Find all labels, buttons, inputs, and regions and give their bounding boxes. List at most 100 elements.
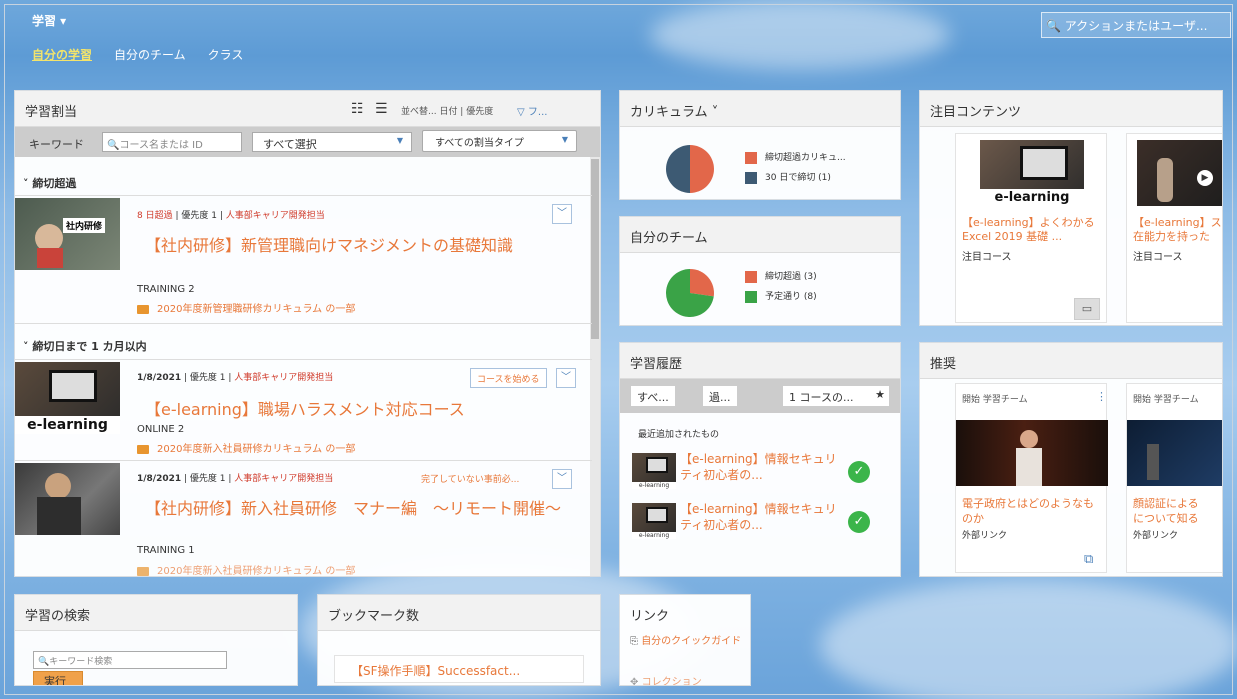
keyword-label: キーワード	[29, 138, 84, 151]
pie-slice	[690, 145, 714, 193]
card-thumbnail: e-learning	[980, 140, 1084, 206]
assignment-panel: 学習割当 ☷ ☰ 並べ替... 日付 | 優先度 ▽ フ... キーワード 🔍コ…	[14, 90, 601, 577]
chevron-down-icon: ▼	[396, 136, 403, 145]
recommend-card[interactable]: 開始 学習チーム 顔認証による について知る 外部リンク	[1126, 383, 1222, 573]
course-thumbnail: e-learning	[15, 362, 120, 434]
detail-view-icon[interactable]: ☰	[375, 101, 388, 117]
pie-slice	[690, 269, 714, 297]
item-meta: 8 日超過 | 優先度 1 | 人事部キャリア開発担当	[137, 211, 325, 221]
bookmark-item-link[interactable]: 【SF操作手順】Successfact...	[334, 655, 584, 683]
list-item: 1/8/2021 | 優先度 1 | 人事部キャリア開発担当 完了していない事前…	[15, 460, 592, 576]
search-placeholder: アクションまたはユーザ...	[1064, 19, 1208, 33]
history-course-link[interactable]: 【e-learning】情報セキュリティ初心者の...	[680, 501, 840, 533]
legend-item: 締切超過カリキュ...	[745, 148, 846, 168]
section-due-soon[interactable]: ˅ 締切日まで 1 カ月以内	[23, 338, 147, 354]
card-type: 外部リンク	[962, 531, 1008, 541]
my-team-panel: 自分のチーム 締切超過 (3) 予定通り (8)	[619, 216, 901, 326]
legend-swatch	[745, 171, 757, 184]
filter-past-button[interactable]: 過...	[702, 385, 738, 407]
card-type: 外部リンク	[1133, 531, 1179, 541]
tab-class[interactable]: クラス	[208, 46, 244, 63]
course-code: TRAINING 2	[137, 284, 195, 295]
chevron-down-icon: ▼	[561, 135, 568, 144]
chevron-down-icon[interactable]: ﹀	[552, 469, 572, 489]
course-code: TRAINING 1	[137, 545, 195, 556]
course-title-link[interactable]: 【e-learning】職場ハラスメント対応コース	[145, 398, 565, 422]
legend-item: 30 日で締切 (1)	[745, 168, 846, 188]
recommend-card[interactable]: 開始 学習チーム ⋮ 電子政府とはどのようなものか 外部リンク ⧉	[955, 383, 1108, 573]
list-item: e-learning 【e-learning】情報セキュリティ初心者の... ✓	[632, 451, 892, 491]
recent-label: 最近追加されたもの	[638, 430, 720, 440]
start-course-button[interactable]: コースを始める	[470, 368, 547, 388]
team-legend: 締切超過 (3) 予定通り (8)	[745, 267, 817, 307]
legend-item: 締切超過 (3)	[745, 267, 817, 287]
priority: 優先度 1	[181, 211, 217, 221]
tab-my-learning[interactable]: 自分の学習	[32, 46, 92, 63]
links-panel: リンク ⎘ 自分のクイックガイド ✥ コレクション	[619, 594, 751, 686]
execute-button[interactable]: 実行	[33, 671, 83, 685]
card-header: 開始 学習チーム	[1133, 395, 1199, 405]
keyword-input[interactable]: 🔍コース名または ID	[102, 132, 242, 152]
more-options-icon[interactable]: ⋮	[1096, 390, 1107, 403]
curriculum-link[interactable]: 2020年度新入社員研修カリキュラム の一部	[137, 562, 355, 576]
item-meta: 1/8/2021 | 優先度 1 | 人事部キャリア開発担当	[137, 373, 334, 383]
curriculum-link[interactable]: 2020年度新入社員研修カリキュラム の一部	[137, 440, 355, 455]
keyword-search-input[interactable]: 🔍キーワード検索	[33, 651, 227, 669]
legend-item: 予定通り (8)	[745, 287, 817, 307]
list-item: 社内研修 8 日超過 | 優先度 1 | 人事部キャリア開発担当 ﹀ 【社内研修…	[15, 195, 592, 320]
chevron-down-icon[interactable]: ﹀	[556, 368, 576, 388]
tab-my-team[interactable]: 自分のチーム	[114, 46, 186, 63]
prereq-status[interactable]: 完了していない事前必...	[421, 472, 519, 485]
chevron-down-icon[interactable]: ﹀	[552, 204, 572, 224]
curriculum-link[interactable]: 2020年度新管理職研修カリキュラム の一部	[137, 300, 355, 315]
course-title-link[interactable]: 【社内研修】新管理職向けマネジメントの基礎知識	[145, 234, 565, 258]
thumbnail-label: e-learning	[15, 416, 120, 434]
external-link-icon[interactable]: ⧉	[1084, 552, 1093, 567]
card-title-link[interactable]: 【e-learning】ス 在能力を持った	[1133, 216, 1222, 244]
panel-title: リンク	[630, 609, 670, 624]
monitor-icon[interactable]: ▭	[1074, 298, 1100, 320]
collection-icon: ✥	[630, 677, 639, 686]
card-header: 開始 学習チーム	[962, 395, 1028, 405]
assign-type-dropdown[interactable]: すべての割当タイプ ▼	[422, 130, 577, 152]
quick-guide-link[interactable]: ⎘ 自分のクイックガイド	[630, 635, 745, 649]
sort-label[interactable]: 並べ替... 日付 | 優先度	[401, 104, 493, 117]
search-icon: 🔍	[38, 657, 50, 667]
history-course-link[interactable]: 【e-learning】情報セキュリティ初心者の...	[680, 451, 840, 483]
course-title-link[interactable]: 【社内研修】新入社員研修 マナー編 ～リモート開催～	[145, 497, 575, 521]
search-icon: 🔍	[107, 140, 120, 151]
assignment-header: 学習割当 ☷ ☰ 並べ替... 日付 | 優先度 ▽ フ...	[15, 91, 600, 127]
play-icon[interactable]: ▶	[1197, 170, 1213, 186]
filter-link[interactable]: ▽ フ...	[517, 103, 547, 118]
select-all-dropdown[interactable]: すべて選択 ▼	[252, 132, 412, 152]
panel-title: ブックマーク数	[318, 595, 600, 631]
collection-link[interactable]: ✥ コレクション	[630, 673, 702, 686]
overdue-days: 8 日超過	[137, 211, 173, 221]
global-search-input[interactable]: 🔍 アクションまたはユーザ...	[1041, 12, 1231, 38]
star-icon: ★	[875, 388, 885, 401]
card-thumbnail	[1127, 420, 1222, 486]
featured-content-panel: 注目コンテンツ e-learning 【e-learning】よくわかる Exc…	[919, 90, 1223, 326]
course-thumbnail: e-learning	[632, 453, 676, 489]
card-title-link[interactable]: 【e-learning】よくわかる Excel 2019 基礎 ...	[962, 216, 1102, 244]
folder-icon	[137, 444, 149, 454]
card-thumbnail	[956, 420, 1108, 486]
list-view-icon[interactable]: ☷	[351, 101, 364, 117]
featured-card[interactable]: e-learning 【e-learning】よくわかる Excel 2019 …	[955, 133, 1107, 323]
learning-search-panel: 学習の検索 🔍キーワード検索 実行	[14, 594, 298, 686]
card-title-link[interactable]: 顔認証による について知る	[1133, 496, 1222, 526]
app-title[interactable]: 学習 ▾	[32, 12, 66, 29]
filter-all-button[interactable]: すべ...	[630, 385, 676, 407]
panel-title[interactable]: カリキュラム ˅	[620, 91, 900, 127]
item-meta: 1/8/2021 | 優先度 1 | 人事部キャリア開発担当	[137, 474, 334, 484]
featured-card[interactable]: ▶ 【e-learning】ス 在能力を持った 注目コース	[1126, 133, 1222, 323]
recommended-panel: 推奨 開始 学習チーム ⋮ 電子政府とはどのようなものか 外部リンク ⧉ 開始 …	[919, 342, 1223, 577]
card-title-link[interactable]: 電子政府とはどのようなものか	[962, 496, 1102, 526]
thumbnail-label: 社内研修	[63, 218, 106, 233]
filter-course-dropdown[interactable]: 1 コースの... ★	[782, 385, 890, 407]
folder-icon	[137, 566, 149, 576]
filter-bar: キーワード 🔍コース名または ID すべて選択 ▼ すべての割当タイプ ▼	[15, 127, 600, 157]
card-type: 注目コース	[1133, 252, 1183, 263]
filter-icon: ▽	[517, 107, 525, 118]
section-overdue[interactable]: ˅ 締切超過	[23, 175, 76, 191]
